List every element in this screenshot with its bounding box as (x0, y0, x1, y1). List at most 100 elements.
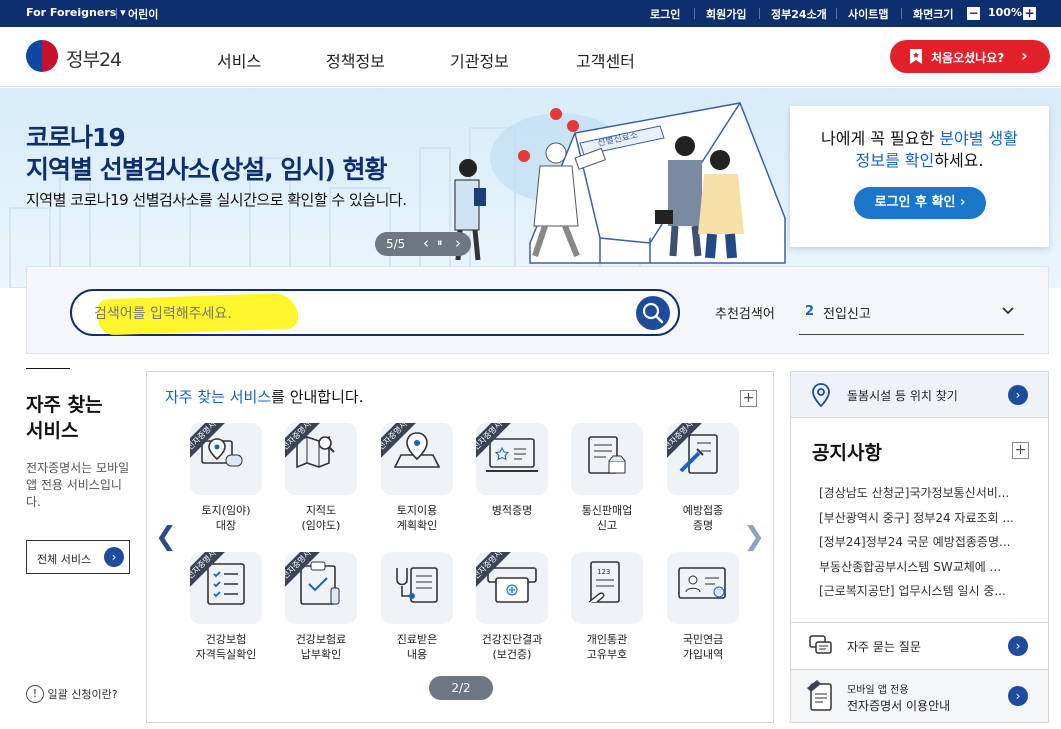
bookmark-icon (910, 49, 922, 64)
services-more-button[interactable]: + (740, 390, 757, 407)
banner-pager: 5/5 ‹ ⏸ › (375, 232, 471, 256)
divider (26, 368, 70, 369)
notice-item[interactable]: 부동산종합공부시스템 SW교체에 ... (819, 558, 1027, 575)
info-message: 나에게 꼭 필요한 분야별 생활 정보를 확인하세요. (821, 129, 1018, 170)
screen-size-label: 화면크기 (913, 8, 954, 21)
faq-services-heading: 자주 찾는 서비스 (26, 394, 103, 442)
service-item[interactable]: 국민연금 가입내역 (658, 552, 748, 662)
stethoscope-icon (396, 567, 438, 603)
zoom-in-button[interactable]: + (1023, 7, 1036, 20)
main-header: 정부24 서비스 정책정보 기관정보 고객센터 처음오셨나요? › (0, 27, 1061, 87)
service-item[interactable]: 통신판매업 신고 (562, 423, 652, 533)
service-item[interactable]: 전자증명서건강보험료 납부확인 (276, 552, 366, 662)
right-column: 돌봄시설 등 위치 찾기 › 공지사항 + [경상남도 산청군]국가정보통신서비… (790, 371, 1049, 723)
notice-item[interactable]: [경상남도 산청군]국가정보통신서비... (819, 484, 1027, 501)
service-icon-box: 전자증명서 (190, 423, 262, 495)
chevron-right-icon: › (104, 547, 124, 567)
divider (901, 8, 902, 19)
faq-label: 자주 묻는 질문 (847, 640, 921, 654)
notice-item[interactable]: [근로복지공단] 업무시스템 일시 중... (819, 582, 1027, 599)
service-item[interactable]: 전자증명서토지이용 계획확인 (372, 423, 462, 533)
recommend-keyword[interactable]: 전입신고 (823, 303, 871, 322)
sitemap-link[interactable]: 사이트맵 (848, 6, 888, 22)
service-label: 개인통관 고유부호 (586, 633, 628, 661)
service-label: 건강보험료 납부확인 (295, 633, 347, 661)
services-page-indicator: 2/2 (429, 676, 493, 700)
for-foreigners-menu[interactable]: For Foreigners ▾ (26, 6, 126, 19)
personal-info-box: 나에게 꼭 필요한 분야별 생활 정보를 확인하세요. 로그인 후 확인 › (790, 106, 1049, 247)
pension-monitor-icon (678, 567, 726, 599)
service-label: 예방접종 증명 (682, 504, 724, 532)
search-icon (642, 302, 664, 324)
notice-item[interactable]: [정부24]정부24 국문 예방접종증명... (819, 533, 1027, 550)
facility-search-label: 돌봄시설 등 위치 찾기 (847, 389, 958, 403)
recommend-dropdown[interactable]: 2 전입신고 (799, 291, 1024, 335)
services-panel-title: 자주 찾는 서비스를 안내합니다. (165, 388, 364, 406)
service-label: 건강보험 자격득실확인 (195, 633, 257, 661)
hero-banner[interactable]: 선별진료소 코로나19 지역별 선별검사소(상설, 임시) 현황 지역별 코로나… (0, 88, 1061, 288)
service-label: 토지(임야) 대장 (201, 504, 251, 532)
login-check-button[interactable]: 로그인 후 확인 › (854, 187, 986, 219)
banner-title-line1: 코로나19 (26, 123, 126, 152)
service-icon-box: 전자증명서 (285, 552, 357, 624)
nav-services[interactable]: 서비스 (217, 48, 261, 72)
service-item[interactable]: 전자증명서 병적증명 (467, 423, 557, 518)
taegeuk-logo-icon (26, 40, 58, 72)
search-box[interactable] (70, 289, 680, 336)
svg-text:123: 123 (597, 568, 610, 576)
service-icon-box (381, 552, 453, 624)
notice-item[interactable]: [부산광역시 중구] 정부24 자료조회 ... (819, 509, 1027, 526)
chevron-right-icon: › (1008, 385, 1028, 405)
chat-bubbles-icon (809, 635, 832, 654)
all-services-label: 전체 서비스 (37, 553, 92, 566)
service-item[interactable]: 전자증명서토지(임야) 대장 (181, 423, 271, 533)
service-label: 지적도 (임야도) (301, 504, 341, 532)
mobile-cert-guide-link[interactable]: 모바일 앱 전용 전자증명서 이용안내 › (790, 670, 1049, 723)
service-label: 국민연금 가입내역 (682, 633, 724, 661)
recommend-rank: 2 (805, 304, 815, 319)
service-label: 토지이용 계획확인 (396, 504, 438, 532)
nav-policy-info[interactable]: 정책정보 (326, 48, 385, 72)
search-panel: 추천검색어 2 전입신고 (26, 266, 1049, 354)
recommend-label: 추천검색어 (715, 307, 775, 322)
banner-prev-icon[interactable]: ‹ (423, 234, 429, 252)
mobile-cert-line2: 전자증명서 이용안내 (847, 699, 951, 713)
service-item[interactable]: 진료받은 내용 (372, 552, 462, 662)
service-item[interactable]: 전자증명서 예방접종 증명 (658, 423, 748, 533)
service-icon-box (571, 423, 643, 495)
nav-customer-center[interactable]: 고객센터 (576, 48, 635, 72)
banner-next-icon[interactable]: › (455, 234, 461, 252)
notice-heading: 공지사항 (812, 442, 882, 464)
exclamation-icon: ! (26, 685, 44, 703)
all-services-button[interactable]: 전체 서비스 › (26, 540, 130, 574)
search-input[interactable] (94, 303, 614, 325)
notice-more-button[interactable]: + (1012, 442, 1029, 459)
chevron-right-icon: › (1008, 686, 1028, 706)
service-icon-box: 123 (571, 552, 643, 624)
logo-text: 정부24 (66, 49, 122, 71)
service-icon-box: 전자증명서 (381, 423, 453, 495)
services-prev-icon[interactable]: ❮ (155, 522, 177, 552)
frequent-services-panel: 자주 찾는 서비스를 안내합니다. + ❮ ❯ 전자증명서 토지(임야) 대장 전자증… (146, 371, 774, 723)
service-item[interactable]: 전자증명서 지적도 (임야도) (276, 423, 366, 533)
search-button[interactable] (636, 296, 670, 330)
kids-link[interactable]: 어린이 (128, 6, 158, 22)
banner-pause-icon[interactable]: ⏸ (437, 236, 443, 250)
bulk-apply-link[interactable]: ! 일괄 신청이란? (26, 685, 118, 703)
faq-link[interactable]: 자주 묻는 질문 › (790, 623, 1049, 670)
divider (694, 8, 695, 19)
banner-title-line2: 지역별 선별검사소(상설, 임시) 현황 (26, 155, 387, 184)
service-label: 진료받은 내용 (396, 633, 438, 661)
mobile-cert-desc: 전자증명서는 모바일 앱 전용 서비스입니다. (26, 461, 130, 509)
service-icon-box: 전자증명서 (190, 552, 262, 624)
zoom-out-button[interactable]: − (967, 7, 980, 20)
login-link[interactable]: 로그인 (650, 6, 680, 22)
join-link[interactable]: 회원가입 (706, 6, 746, 22)
service-item[interactable]: 전자증명서 건강진단결과 (보건증) (467, 552, 557, 662)
first-visit-button[interactable]: 처음오셨나요? › (890, 40, 1050, 73)
service-item[interactable]: 전자증명서건강보험 자격득실확인 (181, 552, 271, 662)
facility-search-link[interactable]: 돌봄시설 등 위치 찾기 › (790, 371, 1049, 418)
about-link[interactable]: 정부24소개 (771, 6, 827, 22)
nav-agency-info[interactable]: 기관정보 (450, 48, 509, 72)
service-item[interactable]: 123 개인통관 고유부호 (562, 552, 652, 662)
